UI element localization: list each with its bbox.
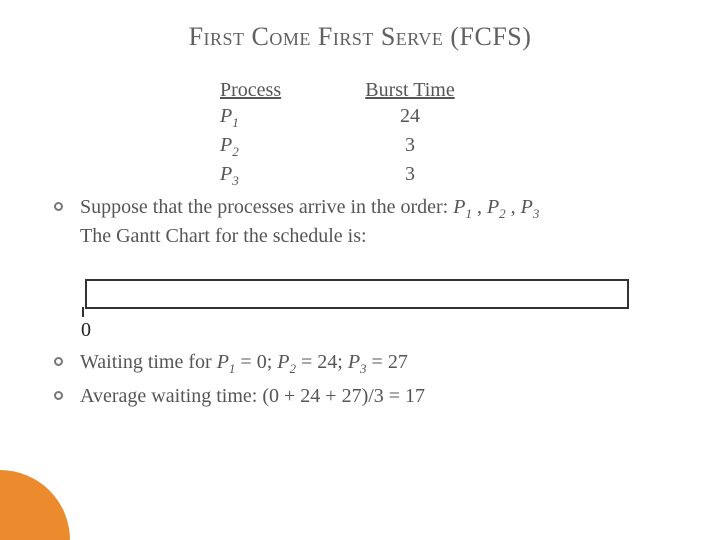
burst-val: 24 <box>350 103 470 132</box>
s: 3 <box>533 206 540 221</box>
p: P <box>277 351 289 373</box>
eq: = 0; <box>235 351 277 373</box>
table-row: P3 3 <box>200 161 655 190</box>
p: P <box>487 196 499 218</box>
text: Suppose that the processes arrive in the… <box>80 196 453 218</box>
col-header-process: Process <box>220 79 281 101</box>
table-row: P2 3 <box>200 132 655 161</box>
text: The Gantt Chart for the schedule is: <box>80 225 367 247</box>
gantt-zero-label: 0 <box>81 317 91 343</box>
slide-body: Process Burst Time P1 24 P2 3 P3 3 Suppo… <box>0 52 720 409</box>
process-table: Process Burst Time P1 24 P2 3 P3 3 <box>200 77 655 190</box>
proc-name: P <box>220 163 232 185</box>
bullet-suppose: Suppose that the processes arrive in the… <box>80 194 655 309</box>
p: P <box>348 351 360 373</box>
p: P <box>521 196 533 218</box>
table-row: P1 24 <box>200 103 655 132</box>
burst-val: 3 <box>350 132 470 161</box>
c: , <box>506 196 521 218</box>
burst-val: 3 <box>350 161 470 190</box>
text: Waiting time for <box>80 351 217 373</box>
proc-sub: 1 <box>232 115 239 130</box>
proc-name: P <box>220 134 232 156</box>
gantt-bar: 0 <box>85 279 629 309</box>
c: , <box>472 196 487 218</box>
proc-name: P <box>220 105 232 127</box>
decorative-circle <box>0 470 70 540</box>
bullet-waiting: Waiting time for P1 = 0; P2 = 24; P3 = 2… <box>80 349 655 378</box>
slide-title: First Come First Serve (FCFS) <box>0 0 720 52</box>
gantt-tick <box>82 307 84 317</box>
p: P <box>217 351 229 373</box>
proc-sub: 2 <box>232 144 239 159</box>
proc-sub: 3 <box>232 173 239 188</box>
gantt-chart: 0 <box>85 279 655 309</box>
bullet-average: Average waiting time: (0 + 24 + 27)/3 = … <box>80 383 655 409</box>
eq: = 24; <box>296 351 348 373</box>
col-header-burst: Burst Time <box>365 79 454 101</box>
eq: = 27 <box>367 351 408 373</box>
p: P <box>453 196 465 218</box>
